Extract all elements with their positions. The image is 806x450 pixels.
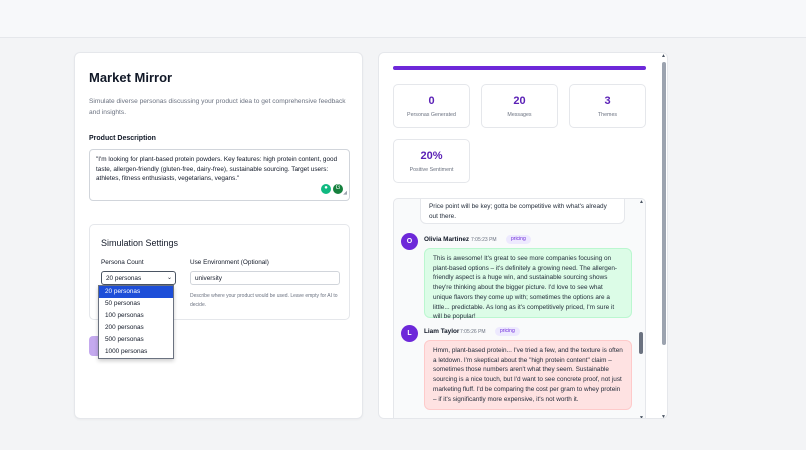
environment-help-text: Describe where your product would be use… (190, 293, 338, 308)
message-time: 7:05:23 PM (471, 237, 497, 243)
persona-count-dropdown: 20 personas 50 personas 100 personas 200… (98, 285, 174, 359)
results-scrollbar[interactable]: ▲ ▼ (661, 53, 667, 418)
scroll-down-icon[interactable]: ▼ (639, 415, 644, 418)
message-bubble: Hmm, plant-based protein... I've tried a… (424, 340, 632, 410)
simulation-settings-title: Simulation Settings (101, 238, 179, 248)
scroll-down-icon[interactable]: ▼ (661, 414, 666, 418)
persona-option[interactable]: 1000 personas (99, 346, 173, 358)
chat-scrollbar-thumb[interactable] (639, 332, 643, 354)
grammarly-icon[interactable]: G (333, 184, 343, 194)
results-panel: 0 Personas Generated 20 Messages 3 Theme… (378, 52, 668, 419)
message-author: Olivia Martinez (424, 236, 470, 243)
environment-input[interactable]: university (190, 271, 340, 285)
message-text: This is awesome! It's great to see more … (433, 255, 618, 321)
theme-tag: pricing (495, 327, 520, 336)
input-panel: Market Mirror Simulate diverse personas … (74, 52, 363, 419)
scroll-up-icon[interactable]: ▲ (661, 53, 666, 59)
product-description-label: Product Description (89, 135, 156, 142)
message-text: Hmm, plant-based protein... I've tried a… (433, 347, 623, 403)
app-subtitle: Simulate diverse personas discussing you… (89, 98, 346, 116)
persona-option[interactable]: 100 personas (99, 310, 173, 322)
progress-bar-fill (393, 66, 646, 70)
scroll-up-icon[interactable]: ▲ (639, 199, 644, 205)
stat-card-themes: 3 Themes (569, 84, 646, 128)
persona-option[interactable]: 20 personas (99, 286, 173, 298)
stat-label: Messages (507, 112, 532, 118)
stat-card-messages: 20 Messages (481, 84, 558, 128)
message-time: 7:05:26 PM (460, 329, 486, 335)
chat-scrollbar[interactable]: ▲ ▼ (638, 199, 645, 418)
message-bubble: Price point will be key; gotta be compet… (420, 199, 625, 224)
resize-handle-icon[interactable]: ◢ (343, 189, 347, 199)
progress-bar (393, 66, 646, 70)
stat-value: 20% (420, 150, 443, 162)
stat-label: Positive Sentiment (409, 167, 454, 173)
persona-option[interactable]: 200 personas (99, 322, 173, 334)
avatar: L (401, 325, 418, 342)
results-scrollbar-thumb[interactable] (662, 62, 666, 345)
persona-count-label: Persona Count (101, 259, 144, 266)
stat-label: Themes (597, 112, 618, 118)
persona-option[interactable]: 50 personas (99, 298, 173, 310)
persona-count-value: 20 personas (106, 275, 142, 282)
theme-tag: pricing (506, 235, 531, 244)
stat-card-personas: 0 Personas Generated (393, 84, 470, 128)
message-bubble: This is awesome! It's great to see more … (424, 248, 632, 321)
app-title: Market Mirror (89, 70, 173, 85)
chevron-down-icon: ⌄ (166, 275, 172, 281)
stat-value: 3 (604, 95, 611, 107)
lightbulb-icon[interactable]: ● (321, 184, 331, 194)
persona-count-select[interactable]: 20 personas ⌄ (101, 271, 176, 285)
product-description-textarea[interactable]: "I'm looking for plant-based protein pow… (89, 149, 350, 201)
persona-option[interactable]: 500 personas (99, 334, 173, 346)
message-text: Price point will be key; gotta be compet… (429, 203, 607, 220)
browser-top-bar (0, 0, 806, 38)
chat-feed[interactable]: Price point will be key; gotta be compet… (393, 198, 646, 418)
message-author: Liam Taylor (424, 328, 460, 335)
stat-value: 0 (428, 95, 435, 107)
product-description-text: "I'm looking for plant-based protein pow… (96, 156, 338, 183)
textarea-tools: ● G (321, 184, 343, 194)
avatar: O (401, 233, 418, 250)
stat-label: Personas Generated (407, 112, 456, 118)
stat-value: 20 (513, 95, 526, 107)
environment-label: Use Environment (Optional) (190, 259, 269, 266)
stat-card-sentiment: 20% Positive Sentiment (393, 139, 470, 183)
